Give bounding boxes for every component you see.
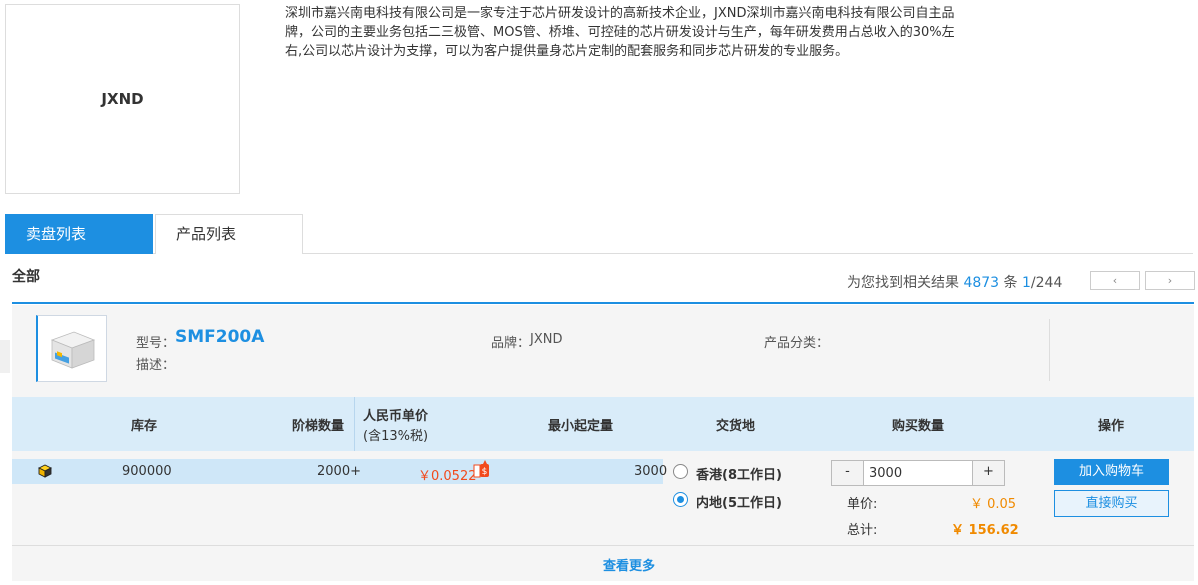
total-pages: /244 [1030,275,1063,291]
brand-description: 深圳市嘉兴南电科技有限公司是一家专注于芯片研发设计的高新技术企业，JXND深圳市… [285,6,955,59]
qty-decrement-button[interactable]: - [831,460,864,486]
vertical-divider [1049,319,1050,381]
current-page: 1 [1022,275,1031,291]
tab-bar: 卖盘列表 产品列表 [5,214,1193,254]
category-label: 产品分类： [764,336,830,351]
cell-price: ￥0.0522 [418,469,477,484]
delivery-hk-label[interactable]: 香港(8工作日) [696,464,782,483]
header-delivery: 交货地 [716,419,756,434]
buy-now-button[interactable]: 直接购买 [1054,490,1169,517]
package-box-icon [50,331,96,369]
add-to-cart-button[interactable]: 加入购物车 [1054,459,1169,485]
divider [12,302,1194,304]
product-card: 型号： SMF200A 描述： 品牌： JXND 产品分类： 库存 阶梯数量 人… [12,305,1194,581]
header-buy-qty: 购买数量 [892,419,945,434]
total-value: ￥ 156.62 [951,523,1019,538]
divider [12,545,1194,546]
result-unit: 条 [1003,275,1018,291]
total-label: 总计: [847,523,878,538]
delivery-hk-radio[interactable] [673,464,688,479]
unit-price-value: ￥ 0.05 [970,497,1017,512]
product-thumbnail[interactable] [36,315,107,382]
header-divider [354,397,355,451]
header-moq: 最小起定量 [548,419,614,434]
unit-price-label: 单价: [847,497,878,512]
delivery-mainland-radio[interactable] [673,492,688,507]
table-header: 库存 阶梯数量 人民币单价 (含13%税) 最小起定量 交货地 购买数量 操作 [12,397,1194,451]
price-trend-icon[interactable]: $ [473,459,491,479]
header-price-tax: (含13%税) [363,429,429,444]
filter-all[interactable]: 全部 [12,266,40,286]
model-label: 型号： [136,336,176,351]
view-more-link[interactable]: 查看更多 [603,555,655,574]
brand-label: 品牌： [491,336,531,351]
header-price: 人民币单价 [363,409,429,424]
cell-stock: 900000 [122,464,172,479]
desc-label: 描述： [136,358,176,373]
tab-product-list[interactable]: 产品列表 [155,214,303,254]
model-value[interactable]: SMF200A [175,327,264,347]
brand-logo: JXND [5,4,240,194]
cell-moq: 3000 [634,464,668,479]
brand-logo-text: JXND [101,90,144,108]
svg-text:$: $ [482,467,488,477]
header-tier-qty: 阶梯数量 [292,419,345,434]
brand-value: JXND [530,332,563,347]
qty-increment-button[interactable]: + [972,460,1005,486]
package-icon [38,464,52,478]
header-action: 操作 [1098,419,1125,434]
delivery-mainland-label[interactable]: 内地(5工作日) [696,492,782,511]
edge-decoration [0,340,10,373]
prev-page-button[interactable]: ‹ [1090,271,1140,290]
result-summary: 为您找到相关结果 4873 条 1/244 [847,272,1062,292]
cell-tier-qty: 2000+ [317,464,361,479]
result-prefix: 为您找到相关结果 [847,275,959,291]
result-count: 4873 [963,275,1000,291]
next-page-button[interactable]: › [1145,271,1195,290]
header-stock: 库存 [131,419,158,434]
tab-sell-list[interactable]: 卖盘列表 [5,214,153,254]
qty-input[interactable] [863,460,973,486]
